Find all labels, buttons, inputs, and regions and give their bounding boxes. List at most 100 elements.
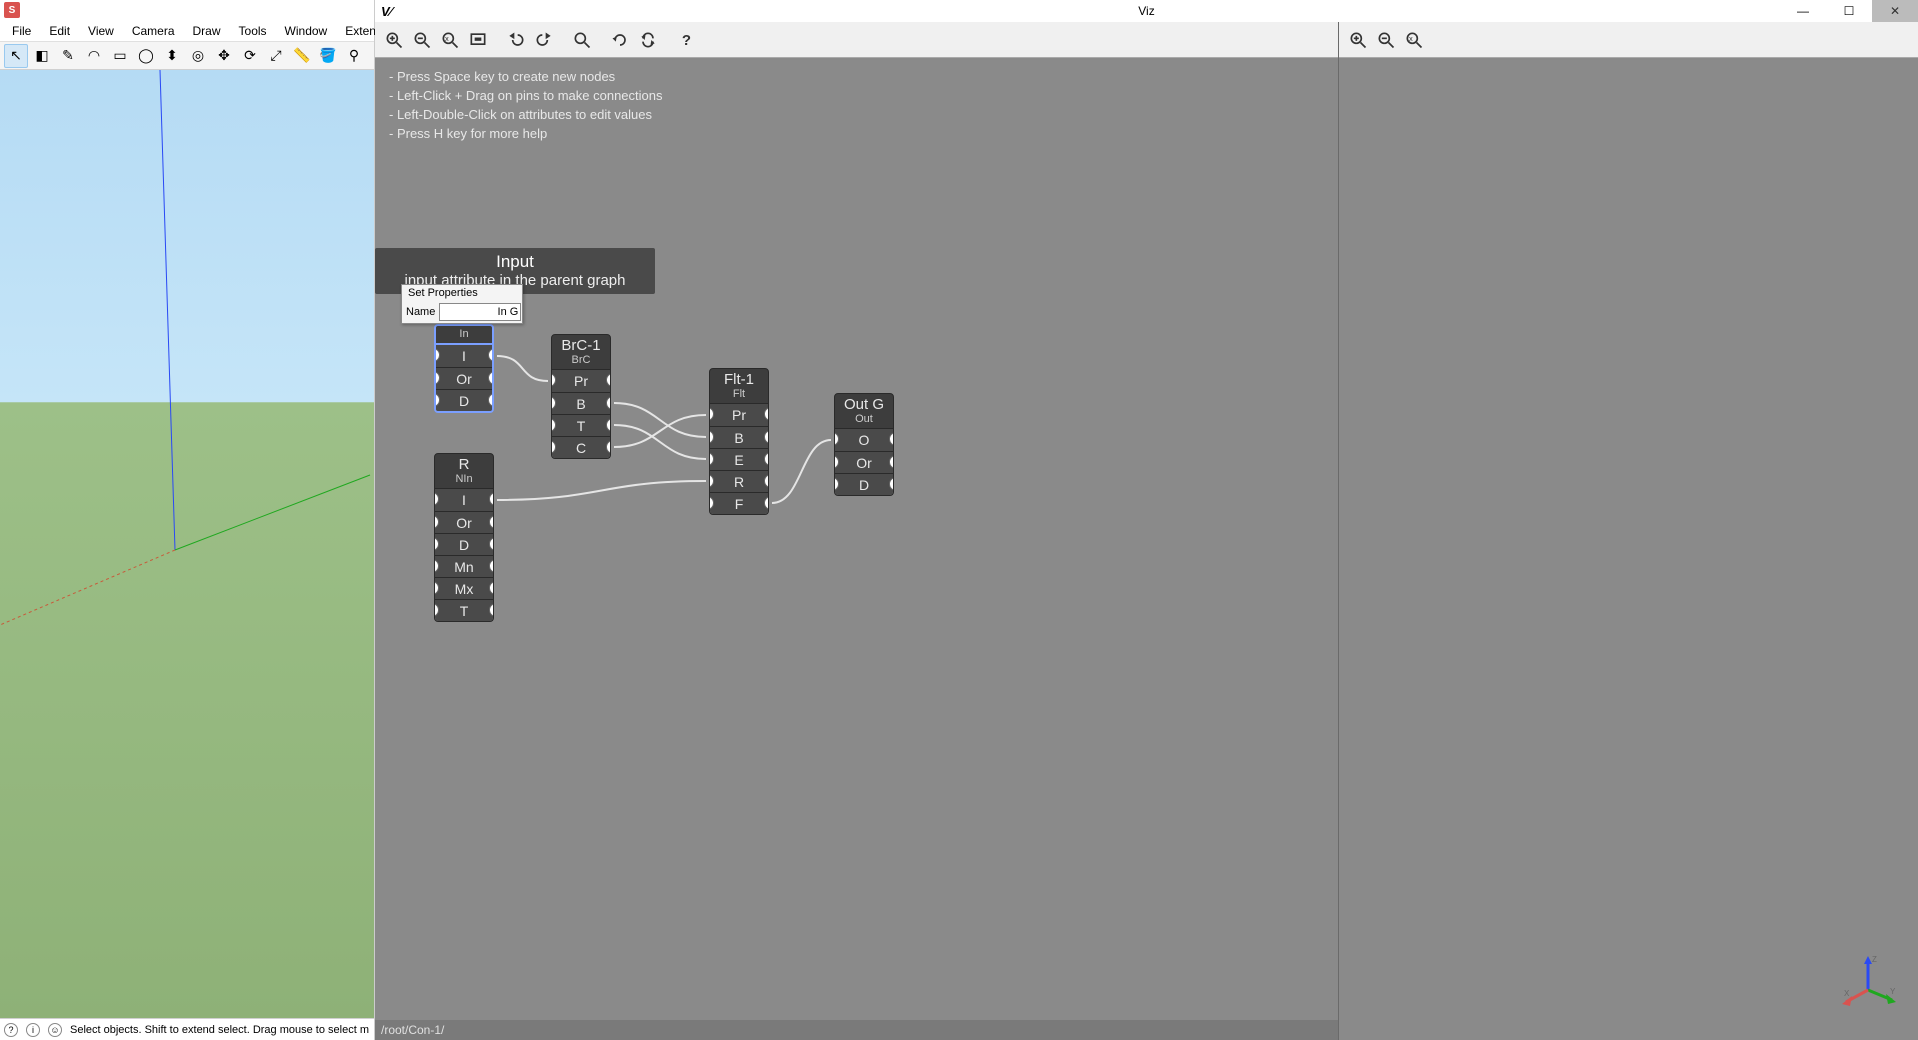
node-attr-or[interactable]: Or bbox=[435, 511, 493, 533]
redo-icon[interactable] bbox=[531, 27, 557, 53]
node-n_in[interactable]: InIOrD bbox=[434, 324, 494, 413]
viz-3d-viewport[interactable]: Z Y X bbox=[1339, 58, 1918, 1040]
pin-out[interactable] bbox=[489, 515, 494, 529]
pin-in[interactable] bbox=[434, 492, 439, 506]
rectangle-tool[interactable]: ▭ bbox=[108, 44, 132, 68]
zoom-in-icon[interactable] bbox=[381, 27, 407, 53]
node-header[interactable]: BrC-1BrC bbox=[551, 334, 611, 370]
node-header[interactable]: Flt-1Flt bbox=[709, 368, 769, 404]
node-attr-f[interactable]: F bbox=[710, 492, 768, 514]
pin-out[interactable] bbox=[489, 603, 494, 617]
pin-in[interactable] bbox=[551, 418, 556, 432]
pin-in[interactable] bbox=[434, 348, 440, 362]
pin-out[interactable] bbox=[489, 492, 494, 506]
pin-out[interactable] bbox=[764, 452, 769, 466]
set-properties-popup[interactable]: Set Properties Name bbox=[401, 284, 523, 324]
wire[interactable] bbox=[614, 415, 706, 447]
pin-out[interactable] bbox=[889, 455, 894, 469]
pin-out[interactable] bbox=[606, 373, 611, 387]
offset-tool[interactable]: ◎ bbox=[186, 44, 210, 68]
wire[interactable] bbox=[497, 356, 548, 381]
help-icon[interactable]: ? bbox=[673, 27, 699, 53]
node-header[interactable]: Out GOut bbox=[834, 393, 894, 429]
tape-tool[interactable]: 📏 bbox=[290, 44, 314, 68]
select-tool[interactable]: ↖ bbox=[4, 44, 28, 68]
menu-tools[interactable]: Tools bbox=[231, 22, 275, 40]
pin-in[interactable] bbox=[709, 452, 714, 466]
node-attr-or[interactable]: Or bbox=[436, 367, 492, 389]
pin-in[interactable] bbox=[434, 537, 439, 551]
pin-out[interactable] bbox=[489, 581, 494, 595]
pin-out[interactable] bbox=[764, 430, 769, 444]
minimize-button[interactable]: — bbox=[1780, 0, 1826, 22]
node-attr-b[interactable]: B bbox=[710, 426, 768, 448]
scale-tool[interactable]: ⤢ bbox=[264, 44, 288, 68]
geo-icon[interactable]: i bbox=[26, 1023, 40, 1037]
arc-tool[interactable]: ◠ bbox=[82, 44, 106, 68]
pin-in[interactable] bbox=[434, 603, 439, 617]
pin-in[interactable] bbox=[434, 581, 439, 595]
pin-out[interactable] bbox=[889, 432, 894, 446]
node-attr-r[interactable]: R bbox=[710, 470, 768, 492]
node-attr-or[interactable]: Or bbox=[835, 451, 893, 473]
node-n_out[interactable]: Out GOutOOrD bbox=[834, 393, 894, 496]
node-header[interactable]: RNIn bbox=[434, 453, 494, 489]
node-attr-e[interactable]: E bbox=[710, 448, 768, 470]
wire[interactable] bbox=[497, 481, 706, 500]
node-attr-d[interactable]: D bbox=[435, 533, 493, 555]
node-attr-c[interactable]: C bbox=[552, 436, 610, 458]
pin-in[interactable] bbox=[709, 430, 714, 444]
pin-in[interactable] bbox=[709, 474, 714, 488]
pin-in[interactable] bbox=[551, 396, 556, 410]
node-attr-d[interactable]: D bbox=[436, 389, 492, 411]
pencil-tool[interactable]: ✎ bbox=[56, 44, 80, 68]
move-tool[interactable]: ✥ bbox=[212, 44, 236, 68]
zoom-reset-icon[interactable]: x bbox=[1401, 27, 1427, 53]
node-attr-pr[interactable]: Pr bbox=[552, 370, 610, 392]
zoom-out-icon[interactable] bbox=[1373, 27, 1399, 53]
node-attr-t[interactable]: T bbox=[552, 414, 610, 436]
circle-tool[interactable]: ◯ bbox=[134, 44, 158, 68]
close-button[interactable]: ✕ bbox=[1872, 0, 1918, 22]
menu-draw[interactable]: Draw bbox=[185, 22, 229, 40]
node-graph-canvas[interactable]: - Press Space key to create new nodes- L… bbox=[375, 58, 1338, 1020]
pin-out[interactable] bbox=[488, 348, 494, 362]
node-attr-b[interactable]: B bbox=[552, 392, 610, 414]
pin-out[interactable] bbox=[606, 440, 611, 454]
name-input[interactable] bbox=[439, 303, 521, 321]
pin-in[interactable] bbox=[834, 432, 839, 446]
wire[interactable] bbox=[614, 425, 706, 459]
node-attr-mn[interactable]: Mn bbox=[435, 555, 493, 577]
node-attr-pr[interactable]: Pr bbox=[710, 404, 768, 426]
menu-view[interactable]: View bbox=[80, 22, 122, 40]
zoom-reset-icon[interactable]: x bbox=[437, 27, 463, 53]
sketchup-viewport[interactable] bbox=[0, 70, 374, 1018]
menu-edit[interactable]: Edit bbox=[41, 22, 78, 40]
pin-in[interactable] bbox=[551, 440, 556, 454]
pin-out[interactable] bbox=[606, 418, 611, 432]
pin-out[interactable] bbox=[764, 496, 769, 510]
pin-in[interactable] bbox=[434, 515, 439, 529]
pin-in[interactable] bbox=[709, 496, 714, 510]
node-n_brc[interactable]: BrC-1BrCPrBTC bbox=[551, 334, 611, 459]
pin-in[interactable] bbox=[434, 559, 439, 573]
eraser-tool[interactable]: ◧ bbox=[30, 44, 54, 68]
node-attr-i[interactable]: I bbox=[436, 345, 492, 367]
pin-in[interactable] bbox=[434, 371, 440, 385]
pin-out[interactable] bbox=[764, 474, 769, 488]
node-n_r[interactable]: RNInIOrDMnMxT bbox=[434, 453, 494, 622]
node-attr-t[interactable]: T bbox=[435, 599, 493, 621]
pin-out[interactable] bbox=[489, 537, 494, 551]
pin-out[interactable] bbox=[764, 407, 769, 421]
wire[interactable] bbox=[772, 440, 831, 503]
pushpull-tool[interactable]: ⬍ bbox=[160, 44, 184, 68]
menu-file[interactable]: File bbox=[4, 22, 39, 40]
pin-in[interactable] bbox=[834, 477, 839, 491]
refresh-all-icon[interactable] bbox=[635, 27, 661, 53]
menu-window[interactable]: Window bbox=[277, 22, 336, 40]
pin-in[interactable] bbox=[551, 373, 556, 387]
node-header[interactable]: In bbox=[434, 324, 494, 345]
paint-tool[interactable]: 🪣 bbox=[316, 44, 340, 68]
pin-in[interactable] bbox=[709, 407, 714, 421]
wire[interactable] bbox=[614, 403, 706, 437]
